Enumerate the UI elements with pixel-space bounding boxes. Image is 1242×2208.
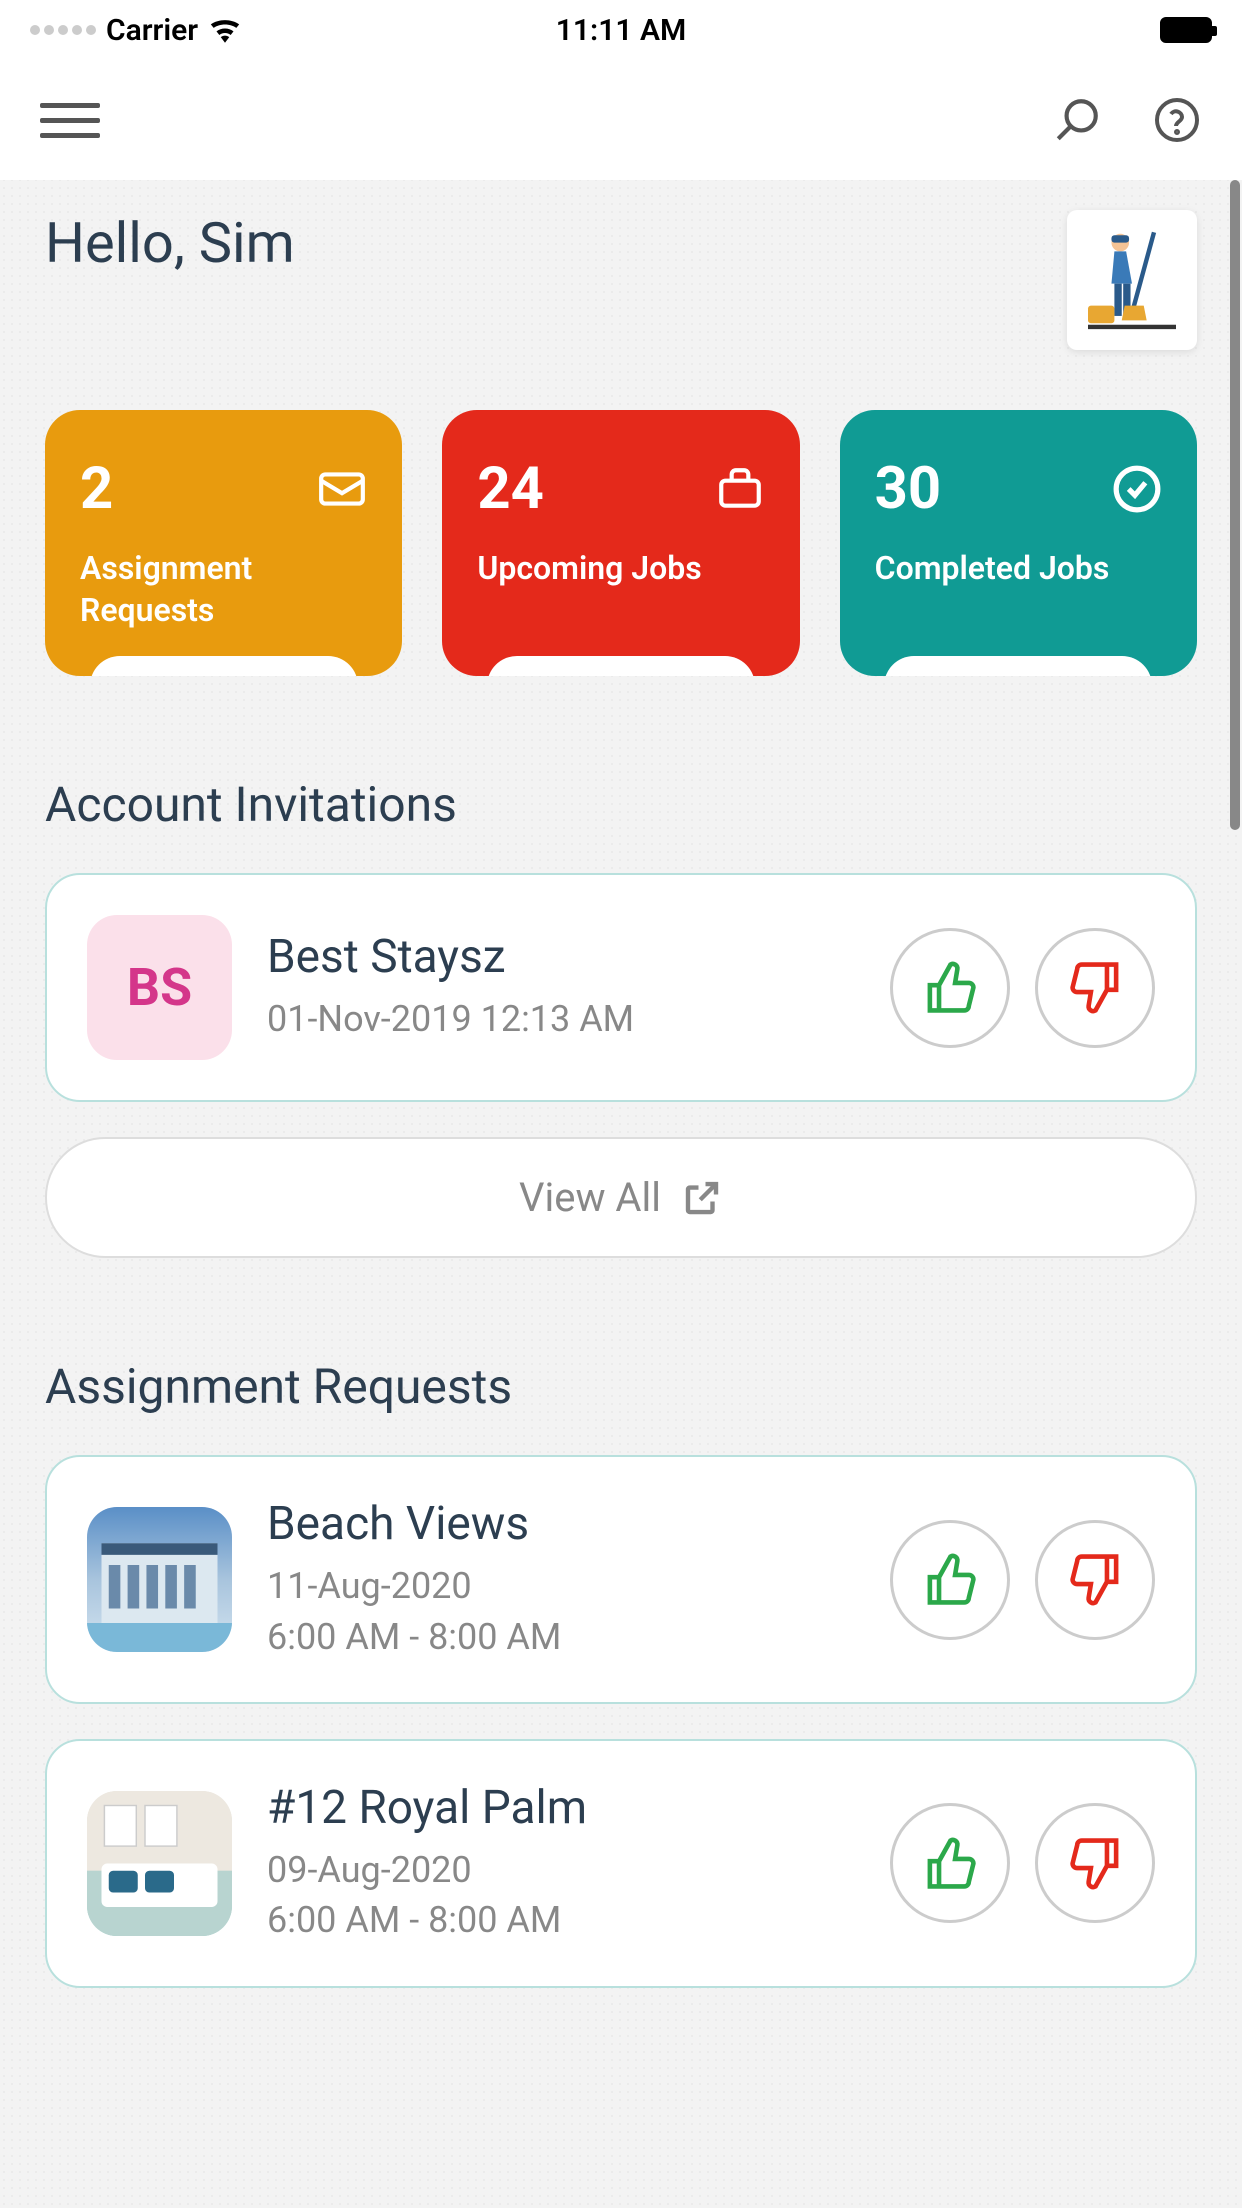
reject-button[interactable] xyxy=(1035,1520,1155,1640)
greeting: Hello, Sim xyxy=(45,210,295,276)
thumbs-up-icon xyxy=(923,1552,978,1607)
stats-row: 2 Assignment Requests 24 Upcoming Jobs 3… xyxy=(45,410,1197,676)
thumbs-up-icon xyxy=(923,1836,978,1891)
thumbs-down-icon xyxy=(1068,960,1123,1015)
reject-button[interactable] xyxy=(1035,1803,1155,1923)
check-circle-icon xyxy=(1112,464,1162,514)
stat-label: Assignment Requests xyxy=(80,548,367,631)
thumbs-up-icon xyxy=(923,960,978,1015)
accept-button[interactable] xyxy=(890,928,1010,1048)
request-time: 6:00 AM - 8:00 AM xyxy=(267,1612,855,1662)
scroll-indicator[interactable] xyxy=(1230,180,1240,830)
cleaner-icon xyxy=(1087,225,1177,335)
request-thumbnail xyxy=(87,1507,232,1652)
search-button[interactable] xyxy=(1052,95,1102,145)
stat-count: 2 xyxy=(80,455,113,523)
status-left: Carrier xyxy=(30,13,242,48)
stat-label: Upcoming Jobs xyxy=(477,548,764,590)
request-thumbnail xyxy=(87,1791,232,1936)
app-bar xyxy=(0,60,1242,180)
content: Hello, Sim 2 Assignment Requests xyxy=(0,180,1242,2053)
reject-button[interactable] xyxy=(1035,928,1155,1048)
stat-label: Completed Jobs xyxy=(875,548,1162,590)
stat-assignment-requests[interactable]: 2 Assignment Requests xyxy=(45,410,402,676)
request-time: 6:00 AM - 8:00 AM xyxy=(267,1895,855,1945)
thumbs-down-icon xyxy=(1068,1552,1123,1607)
request-name: Beach Views xyxy=(267,1497,855,1551)
stat-count: 24 xyxy=(477,455,544,523)
envelope-icon xyxy=(317,464,367,514)
help-button[interactable] xyxy=(1152,95,1202,145)
request-card[interactable]: #12 Royal Palm 09-Aug-2020 6:00 AM - 8:0… xyxy=(45,1739,1197,1988)
stat-upcoming-jobs[interactable]: 24 Upcoming Jobs xyxy=(442,410,799,676)
search-icon xyxy=(1052,95,1102,145)
requests-title: Assignment Requests xyxy=(45,1358,1197,1415)
invitation-datetime: 01-Nov-2019 12:13 AM xyxy=(267,994,855,1044)
invitation-name: Best Staysz xyxy=(267,930,855,984)
help-icon xyxy=(1153,96,1201,144)
stat-completed-jobs[interactable]: 30 Completed Jobs xyxy=(840,410,1197,676)
carrier-label: Carrier xyxy=(106,13,198,48)
thumbs-down-icon xyxy=(1068,1836,1123,1891)
view-all-label: View All xyxy=(519,1174,661,1221)
request-name: #12 Royal Palm xyxy=(267,1781,855,1835)
invitation-card[interactable]: BS Best Staysz 01-Nov-2019 12:13 AM xyxy=(45,873,1197,1102)
briefcase-icon xyxy=(715,464,765,514)
signal-icon xyxy=(30,25,96,35)
battery-icon xyxy=(1160,17,1212,43)
view-all-button[interactable]: View All xyxy=(45,1137,1197,1258)
invitation-avatar: BS xyxy=(87,915,232,1060)
wifi-icon xyxy=(208,17,242,43)
menu-icon[interactable] xyxy=(40,103,100,138)
external-link-icon xyxy=(681,1177,723,1219)
invitations-title: Account Invitations xyxy=(45,776,1197,833)
request-card[interactable]: Beach Views 11-Aug-2020 6:00 AM - 8:00 A… xyxy=(45,1455,1197,1704)
accept-button[interactable] xyxy=(890,1803,1010,1923)
status-time: 11:11 AM xyxy=(556,13,686,48)
request-date: 09-Aug-2020 xyxy=(267,1845,855,1895)
user-avatar[interactable] xyxy=(1067,210,1197,350)
accept-button[interactable] xyxy=(890,1520,1010,1640)
stat-count: 30 xyxy=(875,455,942,523)
request-date: 11-Aug-2020 xyxy=(267,1561,855,1611)
status-bar: Carrier 11:11 AM xyxy=(0,0,1242,60)
